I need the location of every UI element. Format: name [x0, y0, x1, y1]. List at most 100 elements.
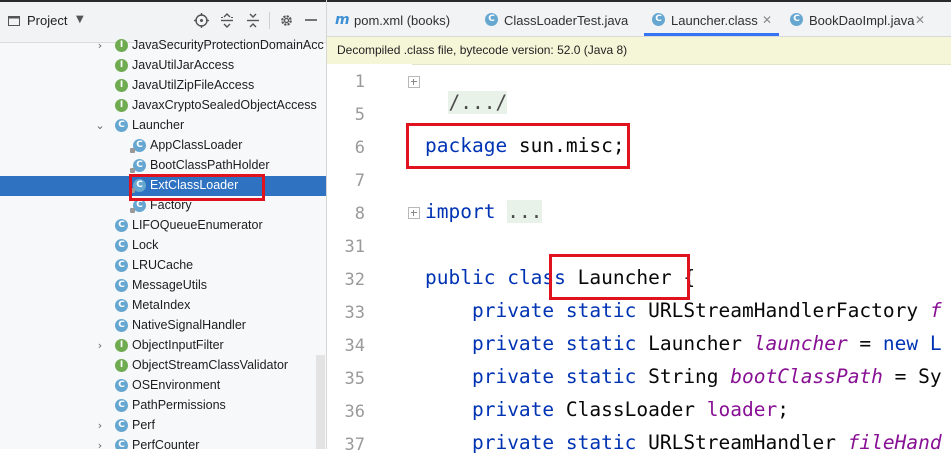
tree-item-label: ObjectInputFilter — [132, 338, 224, 352]
tree-item-label: JavaSecurityProtectionDomainAcc — [132, 38, 324, 52]
tree-item-osenvironment[interactable]: C OSEnvironment — [0, 376, 326, 396]
chevron-right-icon[interactable]: › — [95, 339, 105, 352]
fold-expand-icon[interactable] — [408, 76, 420, 88]
tab-launcher-class[interactable]: C Launcher.class ✕ — [644, 2, 779, 36]
info-banner-text: Decompiled .class file, bytecode version… — [337, 43, 628, 57]
class-icon: C — [115, 419, 128, 432]
chevron-right-icon[interactable]: › — [95, 39, 105, 52]
close-icon[interactable]: ✕ — [915, 13, 925, 27]
tree-item-label: JavaUtilJarAccess — [132, 58, 235, 72]
line-number: 5 — [354, 105, 365, 125]
tree-item-javaxcryptosealedobjectaccess[interactable]: I JavaxCryptoSealedObjectAccess — [0, 96, 326, 116]
tree-item-label: AppClassLoader — [150, 138, 243, 152]
tree-item-label: LIFOQueueEnumerator — [132, 218, 263, 232]
hide-panel-icon[interactable] — [303, 12, 319, 28]
tree-item-label: Launcher — [132, 118, 185, 132]
code-line-1[interactable]: /.../ — [425, 68, 508, 114]
tree-item-label: LRUCache — [132, 258, 194, 272]
tree-item-javautiljaraccess[interactable]: I JavaUtilJarAccess — [0, 56, 326, 76]
tree-item-label: JavaxCryptoSealedObjectAccess — [132, 98, 317, 112]
tree-scrollbar[interactable] — [316, 355, 325, 449]
tree-item-pathpermissions[interactable]: C PathPermissions — [0, 396, 326, 416]
decompiled-info-banner: Decompiled .class file, bytecode version… — [327, 37, 951, 65]
class-icon: C — [115, 379, 128, 392]
tree-item-label: MessageUtils — [132, 278, 208, 292]
tree-item-label: BootClassPathHolder — [150, 158, 270, 172]
tree-item-perfcounter[interactable]: › C PerfCounter — [0, 436, 326, 449]
field-name: bootClassPath — [730, 365, 883, 388]
tree-item-objectstreamclassvalidator[interactable]: I ObjectStreamClassValidator — [0, 356, 326, 376]
code-line-35[interactable]: private static String bootClassPath = Sy — [425, 365, 942, 388]
interface-icon: I — [115, 59, 128, 72]
type-name: URLStreamHandlerFactory — [648, 299, 919, 322]
chevron-down-icon[interactable]: ⌄ — [95, 119, 105, 132]
code-line-36[interactable]: private ClassLoader loader; — [425, 398, 789, 421]
class-icon: C — [790, 13, 803, 26]
class-icon: C — [115, 219, 128, 232]
tree-item-label: NativeSignalHandler — [132, 318, 246, 332]
code-line-34[interactable]: private static Launcher launcher = new L — [425, 332, 942, 355]
line-number: 34 — [344, 336, 365, 356]
tree-item-bootclasspathholder[interactable]: C BootClassPathHolder — [0, 156, 326, 176]
tree-item-label: JavaUtilZipFileAccess — [132, 78, 255, 92]
tree-item-label: PerfCounter — [132, 438, 200, 449]
inner-class-icon: C — [130, 159, 146, 173]
keyword: private static — [471, 332, 637, 355]
tab-label: pom.xml (books) — [354, 13, 451, 28]
tree-item-nativesignalhandler[interactable]: C NativeSignalHandler — [0, 316, 326, 336]
line-number: 37 — [344, 435, 365, 455]
highlight-box — [549, 254, 690, 300]
tree-item-objectinputfilter[interactable]: › I ObjectInputFilter — [0, 336, 326, 356]
maven-icon: m — [335, 12, 350, 28]
tree-item-metaindex[interactable]: C MetaIndex — [0, 296, 326, 316]
class-icon: C — [115, 239, 128, 252]
line-number: 6 — [354, 138, 365, 158]
editor-gutter: 1 5 6 7 8 31 32 33 34 35 36 37 — [327, 64, 412, 455]
class-icon: C — [115, 319, 128, 332]
keyword: private static — [471, 365, 637, 388]
interface-icon: I — [115, 39, 128, 52]
class-icon: C — [115, 259, 128, 272]
folder-icon — [8, 16, 20, 26]
tab-bookdaoimpl[interactable]: C BookDaoImpl.java ✕ — [782, 2, 951, 36]
tree-item-messageutils[interactable]: C MessageUtils — [0, 276, 326, 296]
type-name: String — [648, 365, 719, 388]
line-number: 33 — [344, 303, 365, 323]
line-number: 36 — [344, 402, 365, 422]
tree-item-lifoqueueenumerator[interactable]: C LIFOQueueEnumerator — [0, 216, 326, 236]
chevron-right-icon[interactable]: › — [95, 419, 105, 432]
close-icon[interactable]: ✕ — [762, 13, 772, 27]
type-name: URLStreamHandler — [648, 431, 836, 454]
project-view-selector[interactable]: Project — [27, 13, 67, 28]
class-icon: C — [115, 119, 128, 132]
gear-icon[interactable] — [278, 12, 294, 28]
tree-item-lock[interactable]: C Lock — [0, 236, 326, 256]
tree-item-perf[interactable]: › C Perf — [0, 416, 326, 436]
tree-item-label: PathPermissions — [132, 398, 226, 412]
chevron-right-icon[interactable]: › — [95, 439, 105, 449]
folded-imports[interactable]: ... — [507, 200, 543, 223]
locate-target-icon[interactable] — [193, 12, 209, 28]
line-number: 31 — [344, 237, 365, 257]
tab-classloadertest[interactable]: C ClassLoaderTest.java — [477, 2, 642, 36]
editor-tab-bar: m pom.xml (books) C ClassLoaderTest.java… — [327, 0, 951, 37]
field-name: launcher — [753, 332, 848, 355]
tree-item-lrucache[interactable]: C LRUCache — [0, 256, 326, 276]
tree-item-appclassloader[interactable]: C AppClassLoader — [0, 136, 326, 156]
expand-all-icon[interactable] — [219, 12, 235, 28]
tree-item-javasecurityprotectiondomainacc[interactable]: › I JavaSecurityProtectionDomainAcc — [0, 36, 326, 56]
code-line-8[interactable]: import ... — [425, 200, 543, 223]
highlight-box — [129, 174, 265, 201]
code-line-37[interactable]: private static URLStreamHandler fileHand — [425, 431, 942, 454]
line-number: 35 — [344, 369, 365, 389]
chevron-down-icon[interactable]: ▼ — [76, 14, 84, 25]
tab-pom-xml[interactable]: m pom.xml (books) — [327, 2, 477, 36]
tree-item-label: OSEnvironment — [132, 378, 221, 392]
keyword: public — [425, 266, 496, 289]
code-line-33[interactable]: private static URLStreamHandlerFactory f — [425, 299, 942, 322]
tree-item-launcher[interactable]: ⌄ C Launcher — [0, 116, 326, 136]
fold-expand-icon[interactable] — [408, 207, 420, 219]
folded-comment[interactable]: /.../ — [448, 91, 508, 114]
tree-item-javautilzipfileaccess[interactable]: I JavaUtilZipFileAccess — [0, 76, 326, 96]
collapse-all-icon[interactable] — [245, 12, 261, 28]
